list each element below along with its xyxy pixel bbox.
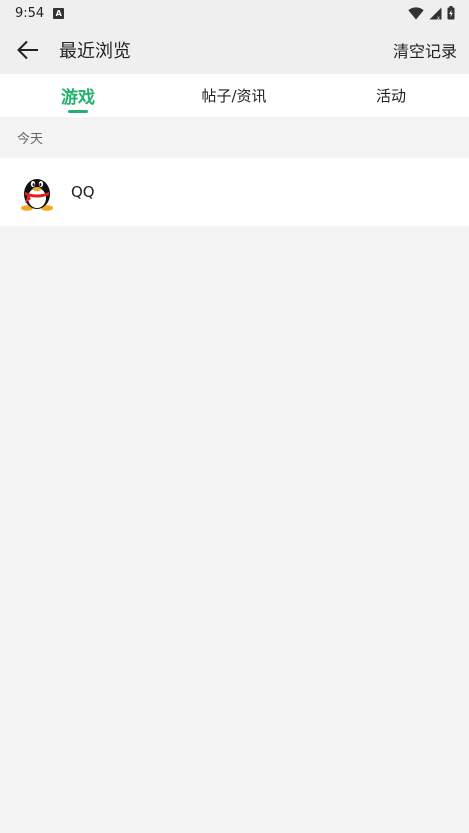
- back-button[interactable]: [14, 36, 42, 64]
- tab-posts-news[interactable]: 帖子/资讯: [184, 74, 284, 117]
- status-left: 9:54 A: [15, 5, 65, 21]
- battery-icon: [447, 6, 455, 20]
- section-header-label: 今天: [17, 132, 44, 147]
- page-title: 最近浏览: [59, 41, 131, 62]
- status-time: 9:54: [15, 5, 45, 21]
- tab-active-indicator: [68, 110, 88, 113]
- wifi-icon: [408, 6, 424, 19]
- tab-games[interactable]: 游戏: [48, 74, 108, 117]
- cell-signal-icon: x: [429, 7, 442, 20]
- svg-text:x: x: [437, 15, 440, 20]
- item-name: QQ: [71, 183, 95, 201]
- section-header-today: 今天: [0, 117, 469, 158]
- status-bar: 9:54 A x: [0, 0, 469, 26]
- tab-activities-label: 活动: [375, 87, 406, 105]
- app-bar: 最近浏览 清空记录: [0, 26, 469, 74]
- tab-bar: 游戏 帖子/资讯 活动: [0, 74, 469, 117]
- qq-penguin-icon: [21, 179, 53, 211]
- arrow-back-icon: [17, 40, 38, 60]
- tab-posts-news-label: 帖子/资讯: [201, 87, 267, 105]
- tab-games-label: 游戏: [61, 88, 95, 108]
- status-right: x: [408, 6, 455, 20]
- list-item[interactable]: QQ: [0, 158, 469, 226]
- tab-activities[interactable]: 活动: [361, 74, 421, 117]
- clear-history-button[interactable]: 清空记录: [393, 38, 457, 62]
- notification-icon: A: [53, 7, 65, 19]
